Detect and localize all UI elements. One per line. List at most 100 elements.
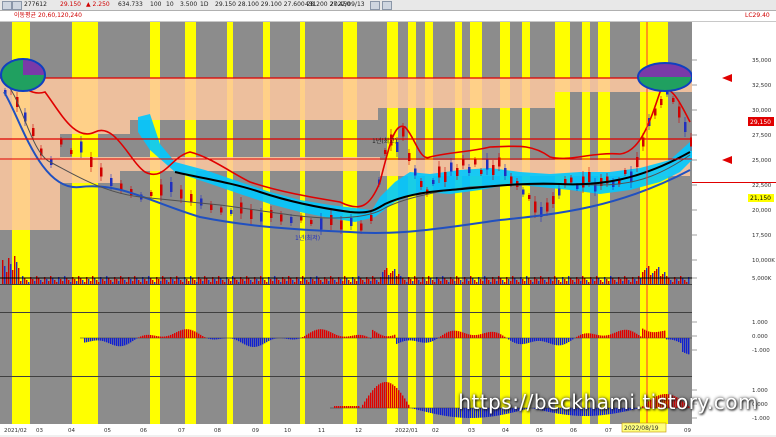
volume-bar [62,281,63,284]
volume-bar [24,278,25,284]
volume-bar [602,282,603,284]
volume-bar [144,279,145,284]
volume-bar [162,276,163,284]
macd-bar [616,332,617,338]
candle-body [624,170,627,174]
search-icon[interactable] [382,1,392,10]
macd-bar [678,338,679,342]
stock-code-field[interactable]: 277612 [24,1,47,9]
volume-bar [36,276,37,284]
lock-icon[interactable] [12,1,22,10]
macd-bar [270,338,271,340]
macd-bar [130,338,131,342]
macd-bar [434,338,435,340]
volume-bar [300,281,301,284]
field-a[interactable]: 100 [150,1,161,9]
macd-bar [160,337,161,338]
volume-bar [76,281,77,284]
volume-bar [60,279,61,284]
x-axis-label: 05 [536,428,543,434]
candle-body [190,194,193,202]
macd-bar [362,335,363,338]
period-selector[interactable]: 1D [200,1,208,9]
volume-bar [498,276,499,284]
macd-bar [220,338,221,339]
macd-bar [448,332,449,338]
macd-bar [272,338,273,339]
macd-bar [188,329,189,338]
macd-bar [84,338,85,343]
volume-bar [18,268,19,284]
macd-bar [104,338,105,342]
volume-bar [280,282,281,284]
volume-bar [118,281,119,284]
volume-bar [178,278,179,284]
price-tick-label: 17,500 [752,233,772,239]
volume-bar [584,278,585,284]
volume-bar [214,279,215,284]
macd-bar [180,330,181,338]
volume-bar [302,276,303,284]
macd-bar [208,338,209,339]
macd-bar [118,338,119,346]
volume-bar [26,280,27,284]
volume-bar [112,282,113,284]
macd-bar [642,329,643,338]
pane-divider [0,376,692,377]
candle-body [360,224,363,231]
macd-bar [126,338,127,345]
volume-bar [686,282,687,284]
volume-bar [426,281,427,284]
volume-bar [448,282,449,284]
macd-bar [364,336,365,338]
volume-bar [308,282,309,284]
volume-bar [104,281,105,284]
macd-bar [612,334,613,338]
scale-value[interactable]: 431 [305,1,316,9]
macd-bar [264,338,265,343]
volume-bar [232,276,233,284]
volume-bar [574,282,575,284]
volume-bar [74,279,75,284]
date-field[interactable]: 2022/09/13 [330,1,365,9]
candle-body [588,172,591,182]
osc-bar [408,405,409,408]
macd-bar [186,329,187,338]
macd-bar [682,338,683,352]
macd-bar [302,337,303,338]
field-c[interactable]: 3.500 [180,1,197,9]
candle-body [384,150,387,154]
macd-bar [314,330,315,338]
macd-bar [412,338,413,341]
macd-bar [650,332,651,338]
menu-button[interactable] [2,1,12,10]
x-axis-label: 06 [140,428,147,434]
ma-legend: 이동평균 20,60,120,240 [14,12,82,20]
field-b[interactable]: 10 [166,1,174,9]
stock-chart[interactable]: 1년(최고) 1년(최저) 29,150 21,150 35,00032,500… [0,22,776,435]
x-axis-label: 10 [284,428,291,434]
macd-bar [618,331,619,338]
macd-bar [396,338,397,344]
macd-bar [454,331,455,338]
volume-bar [196,282,197,284]
volume-bar [444,278,445,284]
macd-bar [184,329,185,338]
volume-bar [514,278,515,284]
osc-bar [450,408,451,417]
volume-bar [522,279,523,284]
volume-bar [164,278,165,284]
price-tick-label: 32,500 [752,83,772,89]
macd-bar [488,332,489,338]
volume-bar [328,281,329,284]
volume-bar [304,278,305,284]
volume-bar [330,276,331,284]
candle-body [70,150,73,154]
candle-body [582,177,585,188]
macd-bar [550,338,551,344]
calendar-icon[interactable] [370,1,380,10]
volume-bar [102,279,103,284]
macd-bar [536,338,537,341]
volume-bar [50,276,51,284]
resistance-zone [0,92,555,108]
